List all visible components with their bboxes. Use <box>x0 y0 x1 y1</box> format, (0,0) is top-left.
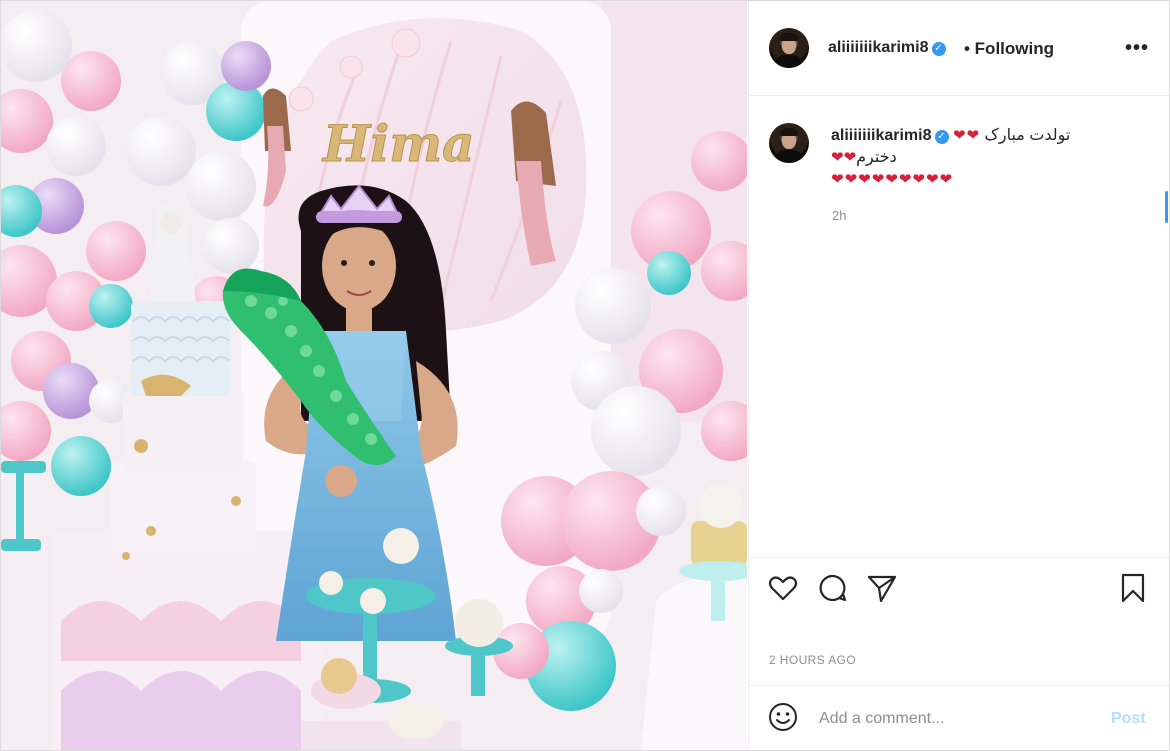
post-side-panel: aliiiiiiikarimi8 ✓ • Following ••• aliiii… <box>748 1 1169 750</box>
caption-hearts-1: ❤❤ <box>952 127 981 144</box>
comments-scrollbar[interactable] <box>1165 191 1168 223</box>
following-button[interactable]: • Following <box>964 39 1054 59</box>
caption-verified-badge-icon: ✓ <box>934 130 949 144</box>
birthday-photo-illustration: Hima <box>1 1 747 750</box>
like-heart-icon[interactable] <box>767 572 799 604</box>
caption-avatar[interactable] <box>769 123 809 163</box>
author-username-text[interactable]: aliiiiiiikarimi8 <box>828 39 929 56</box>
post-caption: aliiiiiiikarimi8 ✓ ❤❤ تولدت مبارک دخترم❤❤… <box>831 125 1131 191</box>
caption-text-2: دخترم <box>856 149 897 166</box>
post-photo[interactable]: Hima <box>1 1 747 750</box>
comment-bubble-icon[interactable] <box>817 572 849 604</box>
author-avatar[interactable] <box>769 28 809 68</box>
caption-hearts-2: ❤❤ <box>831 149 857 166</box>
caption-line-1: aliiiiiiikarimi8 ✓ ❤❤ تولدت مبارک <box>831 125 1131 147</box>
caption-username[interactable]: aliiiiiiikarimi8 <box>831 127 932 144</box>
emoji-smiley-icon[interactable] <box>767 701 799 733</box>
post-comment-button[interactable]: Post <box>1111 710 1146 728</box>
action-bar <box>749 557 1169 618</box>
post-header: aliiiiiiikarimi8 ✓ • Following ••• <box>749 1 1169 96</box>
caption-text-1: تولدت مبارک <box>984 127 1071 144</box>
posted-time[interactable]: 2 HOURS AGO <box>769 653 856 667</box>
caption-line-2: دخترم❤❤ <box>831 147 926 169</box>
comment-input[interactable] <box>817 706 1101 732</box>
caption-hearts-3: ❤❤❤❤❤❤❤❤❤ <box>831 171 954 188</box>
name-sign-text: Hima <box>321 114 475 173</box>
share-send-icon[interactable] <box>866 572 898 604</box>
more-options-icon[interactable]: ••• <box>1125 37 1149 60</box>
caption-timestamp[interactable]: 2h <box>832 208 846 223</box>
add-comment-row: Post <box>749 685 1169 750</box>
author-username[interactable]: aliiiiiiikarimi8 ✓ <box>828 39 946 57</box>
post-dialog: Hima aliiiiiiikarimi8 ✓ • Following ••• … <box>0 0 1170 751</box>
save-bookmark-icon[interactable] <box>1117 572 1149 604</box>
verified-badge-icon: ✓ <box>931 42 946 56</box>
